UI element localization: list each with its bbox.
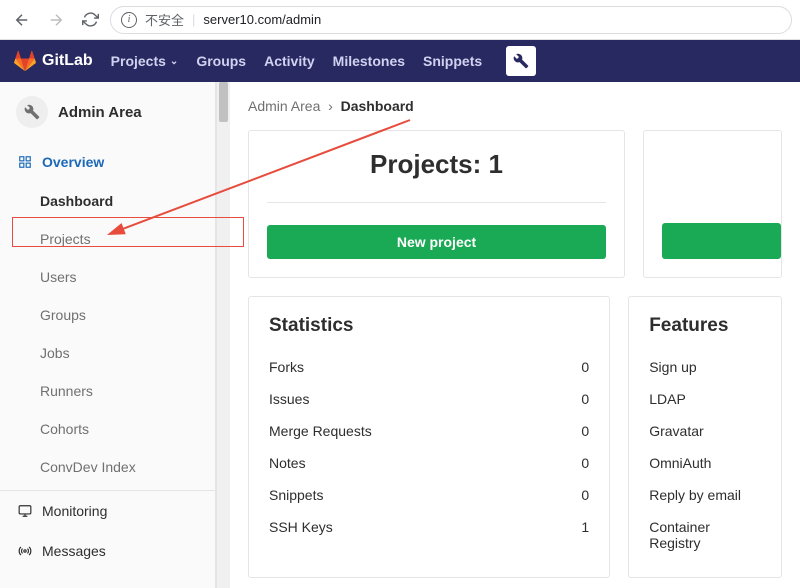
reload-button[interactable] [76,6,104,34]
feature-row: Sign up [649,351,761,383]
statistics-title: Statistics [269,315,589,337]
features-card: Features Sign upLDAPGravatarOmniAuthRepl… [628,296,782,578]
nav-milestones[interactable]: Milestones [333,53,405,69]
projects-card: Projects: 1 New project [248,130,625,278]
monitor-icon [18,504,32,518]
forward-button[interactable] [42,6,70,34]
admin-avatar [16,96,48,128]
secondary-green-button[interactable] [662,223,781,259]
address-bar[interactable]: i 不安全 | server10.com/admin [110,6,792,34]
stat-label: Snippets [269,487,323,503]
info-icon: i [121,12,137,28]
stat-label: Forks [269,359,304,375]
security-label: 不安全 [145,10,184,29]
feature-row: OmniAuth [649,447,761,479]
brand-text: GitLab [42,52,93,70]
main-content: Admin Area › Dashboard Projects: 1 New p… [230,82,800,588]
statistics-card: Statistics Forks0Issues0Merge Requests0N… [248,296,610,578]
sidebar-messages[interactable]: Messages [0,531,215,571]
stat-row: Issues 0 [269,383,589,415]
stat-label: Issues [269,391,309,407]
broadcast-icon [18,544,32,558]
sidebar-overview[interactable]: Overview [0,142,215,182]
feature-row: LDAP [649,383,761,415]
wrench-icon [513,53,529,69]
sidebar-item-runners[interactable]: Runners [0,372,215,410]
sidebar-item-projects[interactable]: Projects [0,220,215,258]
url-text: server10.com/admin [203,12,321,27]
feature-row: Container Registry [649,511,761,559]
breadcrumb-root[interactable]: Admin Area [248,98,320,114]
admin-wrench-button[interactable] [506,46,536,76]
nav-activity[interactable]: Activity [264,53,315,69]
admin-sidebar: Admin Area Overview Dashboard Projects U… [0,82,216,588]
breadcrumb-sep: › [324,98,340,114]
gitlab-logo[interactable]: GitLab [14,50,93,72]
secondary-card [643,130,782,278]
feature-row: Reply by email [649,479,761,511]
stat-value: 0 [581,487,589,503]
sidebar-item-convdev[interactable]: ConvDev Index [0,448,215,486]
stat-label: SSH Keys [269,519,333,535]
stat-value: 0 [581,423,589,439]
stat-row: Snippets 0 [269,479,589,511]
sidebar-monitoring[interactable]: Monitoring [0,490,215,531]
stat-value: 0 [581,455,589,471]
grid-icon [18,155,32,169]
wrench-icon [24,104,40,120]
sidebar-header: Admin Area [0,82,215,142]
back-button[interactable] [8,6,36,34]
browser-toolbar: i 不安全 | server10.com/admin [0,0,800,40]
stat-label: Notes [269,455,306,471]
sidebar-item-users[interactable]: Users [0,258,215,296]
stat-row: Forks 0 [269,351,589,383]
stat-label: Merge Requests [269,423,372,439]
breadcrumb: Admin Area › Dashboard [248,82,782,130]
sidebar-scrollbar[interactable] [216,82,230,588]
features-title: Features [649,315,761,337]
projects-count-title: Projects: 1 [267,149,606,203]
chevron-down-icon: ⌄ [170,56,178,67]
stat-value: 0 [581,391,589,407]
tanuki-icon [14,50,36,72]
nav-projects[interactable]: Projects ⌄ [111,53,179,69]
gitlab-topnav: GitLab Projects ⌄ Groups Activity Milest… [0,40,800,82]
sidebar-item-dashboard[interactable]: Dashboard [0,182,215,220]
scrollbar-thumb[interactable] [219,82,228,122]
nav-snippets[interactable]: Snippets [423,53,482,69]
stat-row: Merge Requests 0 [269,415,589,447]
sidebar-item-groups[interactable]: Groups [0,296,215,334]
stat-value: 1 [581,519,589,535]
sidebar-item-cohorts[interactable]: Cohorts [0,410,215,448]
sidebar-item-jobs[interactable]: Jobs [0,334,215,372]
breadcrumb-current: Dashboard [341,98,414,114]
feature-row: Gravatar [649,415,761,447]
stat-row: SSH Keys 1 [269,511,589,543]
url-separator: | [192,12,195,27]
new-project-button[interactable]: New project [267,225,606,259]
stat-value: 0 [581,359,589,375]
stat-row: Notes 0 [269,447,589,479]
sidebar-title: Admin Area [58,104,142,121]
workspace: Admin Area Overview Dashboard Projects U… [0,82,800,588]
nav-groups[interactable]: Groups [196,53,246,69]
